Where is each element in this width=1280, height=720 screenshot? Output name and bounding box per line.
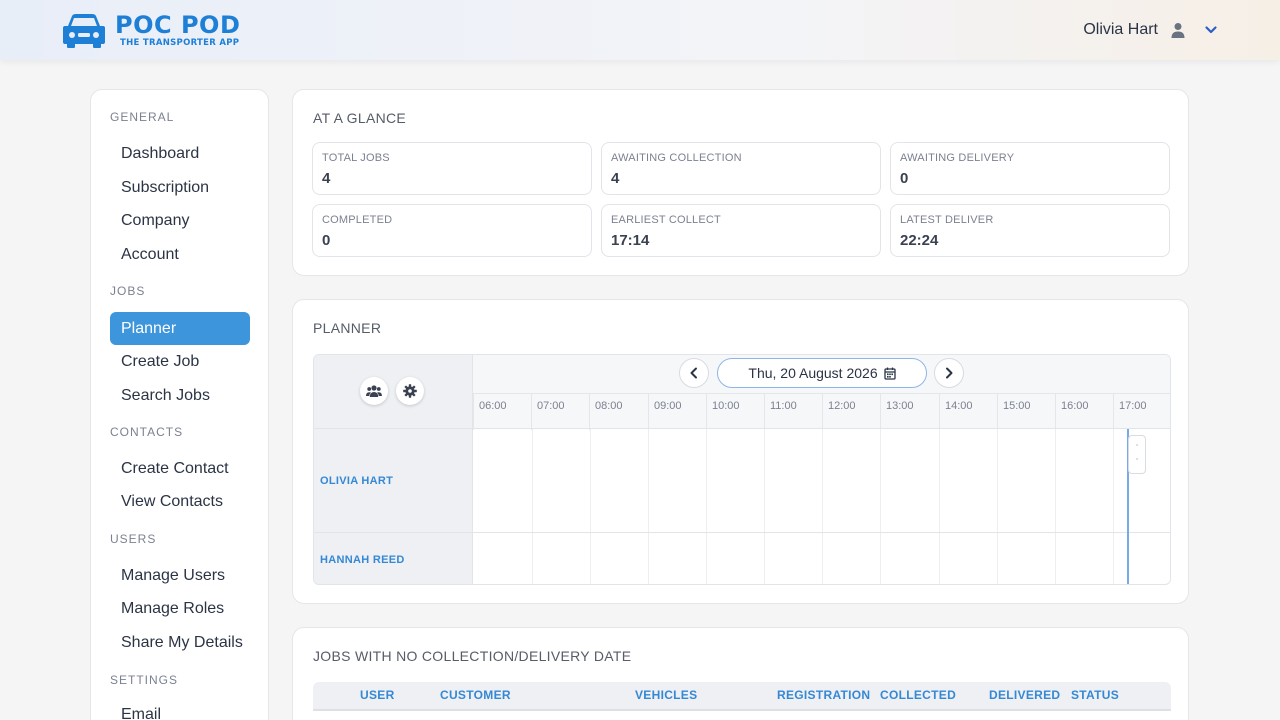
planner-grid: Thu, 20 August 2026 06:00 07:00 08:00 09… (313, 354, 1171, 585)
hour-label: 14:00 (939, 394, 997, 430)
hour-label: 07:00 (531, 394, 589, 430)
planner-date: Thu, 20 August 2026 (748, 365, 878, 381)
chevron-right-icon (946, 367, 953, 379)
hour-label: 16:00 (1055, 394, 1113, 430)
hour-label: 12:00 (822, 394, 880, 430)
sidebar-item-email[interactable]: Email (110, 698, 250, 720)
users-icon (366, 385, 382, 397)
stat-value: 22:24 (900, 232, 939, 249)
stat-label: AWAITING COLLECTION (611, 152, 742, 164)
planner-row-label[interactable]: OLIVIA HART (314, 429, 473, 532)
hour-label: 08:00 (589, 394, 647, 430)
sidebar-section-general: GENERAL (110, 110, 175, 124)
sidebar-item-search-jobs[interactable]: Search Jobs (110, 379, 250, 412)
team-button[interactable] (360, 377, 388, 405)
column-header[interactable]: REGISTRATION (777, 682, 870, 709)
sidebar-item-company[interactable]: Company (110, 204, 250, 237)
app-logo[interactable]: POC POD THE TRANSPORTER APP (63, 10, 240, 50)
column-header[interactable]: CUSTOMER (440, 682, 511, 709)
sidebar-item-manage-users[interactable]: Manage Users (110, 559, 250, 592)
sidebar-item-create-contact[interactable]: Create Contact (110, 452, 250, 485)
sidebar-section-settings: SETTINGS (110, 673, 179, 687)
planner-row: HANNAH REED (314, 533, 1170, 584)
stat-label: TOTAL JOBS (322, 152, 390, 164)
next-day-button[interactable] (934, 358, 964, 388)
prev-day-button[interactable] (679, 358, 709, 388)
sidebar-item-dashboard[interactable]: Dashboard (110, 137, 250, 170)
app-subtitle: THE TRANSPORTER APP (120, 37, 240, 48)
stat-awaiting-delivery: AWAITING DELIVERY 0 (890, 142, 1170, 195)
planner-card: PLANNER Thu, 20 August 2026 06:00 07:00 … (292, 299, 1189, 604)
hour-label: 09:00 (648, 394, 706, 430)
sidebar-section-jobs: JOBS (110, 284, 146, 298)
stat-value: 0 (322, 232, 331, 249)
sidebar-item-subscription[interactable]: Subscription (110, 171, 250, 204)
user-menu[interactable]: Olivia Hart (1083, 18, 1218, 42)
hour-label: 17:00 (1113, 394, 1170, 430)
sidebar-item-account[interactable]: Account (110, 238, 250, 271)
settings-button[interactable] (396, 377, 424, 405)
at-a-glance-title: AT A GLANCE (313, 110, 407, 126)
planner-header: Thu, 20 August 2026 06:00 07:00 08:00 09… (473, 355, 1170, 430)
car-icon (63, 14, 105, 48)
sidebar-section-contacts: CONTACTS (110, 425, 184, 439)
hour-label: 13:00 (880, 394, 938, 430)
stat-earliest-collect: EARLIEST COLLECT 17:14 (601, 204, 881, 257)
sidebar-item-view-contacts[interactable]: View Contacts (110, 485, 250, 518)
table-header: USER CUSTOMER VEHICLES REGISTRATION COLL… (313, 682, 1171, 711)
planner-event[interactable]: · · (1128, 435, 1146, 474)
sidebar-section-users: USERS (110, 532, 157, 546)
hour-label: 11:00 (764, 394, 822, 430)
column-header[interactable]: DELIVERED (989, 682, 1060, 709)
column-header[interactable]: COLLECTED (880, 682, 956, 709)
date-picker[interactable]: Thu, 20 August 2026 (717, 358, 927, 388)
column-header[interactable]: STATUS (1071, 682, 1119, 709)
at-a-glance-card: AT A GLANCE TOTAL JOBS 4 AWAITING COLLEC… (292, 89, 1189, 276)
app-title: POC POD (115, 10, 241, 39)
sidebar-item-share-my-details[interactable]: Share My Details (110, 626, 250, 659)
sidebar: GENERAL Dashboard Subscription Company A… (90, 89, 269, 720)
jobs-no-date-title: JOBS WITH NO COLLECTION/DELIVERY DATE (313, 648, 632, 664)
stat-label: EARLIEST COLLECT (611, 214, 721, 226)
planner-title: PLANNER (313, 320, 382, 336)
stat-value: 17:14 (611, 232, 650, 249)
top-bar: POC POD THE TRANSPORTER APP Olivia Hart (0, 0, 1280, 60)
chevron-down-icon[interactable] (1204, 23, 1218, 37)
calendar-icon (883, 367, 896, 380)
gear-icon (403, 384, 417, 398)
user-name: Olivia Hart (1083, 21, 1158, 38)
column-header[interactable]: USER (360, 682, 395, 709)
sidebar-item-manage-roles[interactable]: Manage Roles (110, 592, 250, 625)
user-icon (1171, 23, 1185, 38)
planner-row-label[interactable]: HANNAH REED (314, 533, 473, 584)
stat-label: COMPLETED (322, 214, 393, 226)
jobs-no-date-card: JOBS WITH NO COLLECTION/DELIVERY DATE US… (292, 627, 1189, 720)
hour-label: 10:00 (706, 394, 764, 430)
hour-scale: 06:00 07:00 08:00 09:00 10:00 11:00 12:0… (473, 393, 1170, 430)
hour-label: 06:00 (473, 394, 531, 430)
sidebar-item-create-job[interactable]: Create Job (110, 345, 250, 378)
stat-value: 4 (322, 170, 331, 187)
stat-label: LATEST DELIVER (900, 214, 994, 226)
stat-value: 4 (611, 170, 620, 187)
sidebar-item-planner[interactable]: Planner (110, 312, 250, 345)
stat-latest-deliver: LATEST DELIVER 22:24 (890, 204, 1170, 257)
chevron-left-icon (690, 367, 697, 379)
column-header[interactable]: VEHICLES (635, 682, 697, 709)
stat-value: 0 (900, 170, 909, 187)
stat-total-jobs: TOTAL JOBS 4 (312, 142, 592, 195)
planner-row: OLIVIA HART (314, 429, 1170, 533)
stat-completed: COMPLETED 0 (312, 204, 592, 257)
planner-toolbar (314, 355, 473, 429)
hour-label: 15:00 (997, 394, 1055, 430)
stat-label: AWAITING DELIVERY (900, 152, 1015, 164)
stat-awaiting-collection: AWAITING COLLECTION 4 (601, 142, 881, 195)
